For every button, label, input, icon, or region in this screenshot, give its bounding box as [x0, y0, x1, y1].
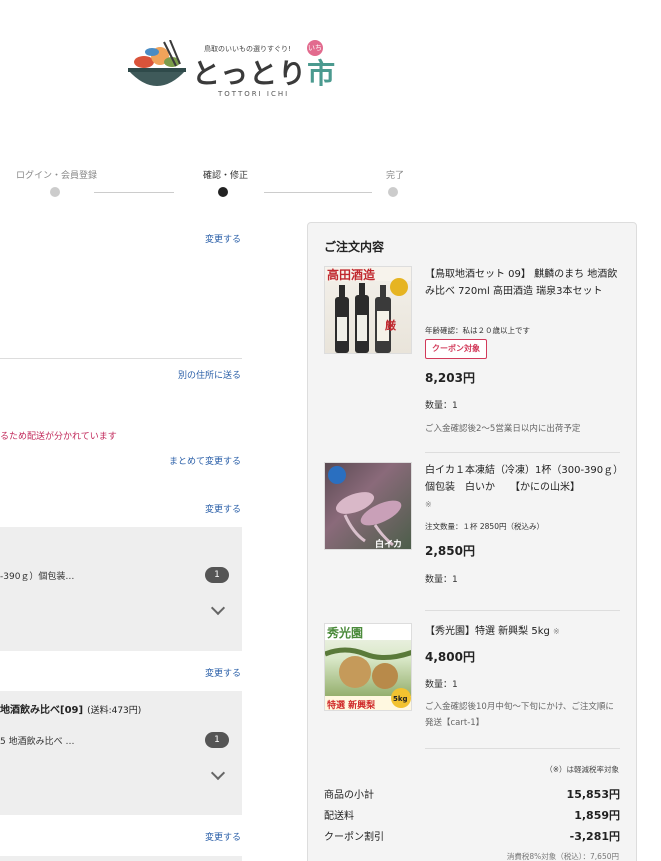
product-name[interactable]: 白イカ１本凍結（冷凍）1杯（300-390ｇ）個包装 白いか 【かにの山米】 ※	[425, 462, 621, 513]
change-link[interactable]: 変更する	[205, 666, 241, 679]
change-link[interactable]: 変更する	[205, 232, 241, 245]
product-price: 2,850円	[425, 544, 475, 558]
chevron-down-icon[interactable]	[210, 765, 226, 781]
product-quantity: 数量：1	[425, 680, 458, 690]
item-divider	[425, 610, 620, 611]
coupon-discount-value: -3,281円	[569, 830, 620, 843]
product-name-text: 【秀光園】特選 新興梨 5kg	[425, 626, 550, 637]
divider	[0, 358, 242, 359]
coupon-discount-row: クーポン割引 -3,281円	[324, 828, 620, 846]
order-quantity-note: 注文数量：１杯 2850円（税込み）	[425, 522, 544, 531]
product-image[interactable]: 秀光園 特選 新興梨 5kg	[324, 623, 412, 711]
change-link[interactable]: 変更する	[205, 830, 241, 843]
product-name-text: 白イカ１本凍結（冷凍）1杯（300-390ｇ）個包装 白いか 【かにの山米】	[425, 465, 619, 493]
step-confirm-label: 確認・修正	[203, 171, 249, 181]
coupon-discount-label: クーポン割引	[324, 832, 384, 843]
step-login-label: ログイン・会員登録	[16, 171, 98, 181]
product-image[interactable]: 白イカ	[324, 462, 412, 550]
shipment-count-badge: 1	[205, 732, 229, 748]
logo-roman: TOTTORI ICHI	[218, 90, 290, 98]
shipment-item-text: -390ｇ）個包装…	[0, 572, 75, 582]
pear-brand-label: 秀光園	[326, 625, 363, 640]
shipment-title: 地酒飲み比べ[09] (送料:473円)	[0, 701, 141, 716]
pear-grade-label: 特選 新興梨	[327, 699, 376, 711]
split-delivery-warning: るため配送が分かれています	[0, 432, 117, 442]
logo-wordmark: とっとり市	[192, 52, 336, 92]
shipping-label: 配送料	[324, 811, 354, 822]
logo-name-ichi: 市	[307, 57, 337, 90]
change-all-link[interactable]: まとめて変更する	[169, 454, 241, 467]
sake-bottles-icon: 高田酒造 厳	[325, 267, 411, 353]
order-summary: ご注文内容 高田酒造 厳 【鳥取地酒セット 09】 麒麟のまち 地酒飲み比べ 7…	[307, 222, 637, 861]
svg-text:厳: 厳	[385, 318, 397, 332]
subtotal-row: 商品の小計 15,853円	[324, 786, 620, 804]
shipment-count-badge: 1	[205, 567, 229, 583]
change-link[interactable]: 変更する	[205, 502, 241, 515]
product-price: 4,800円	[425, 650, 475, 664]
step-login-dot	[50, 187, 60, 197]
shipment-fee: (送料:473円)	[87, 706, 142, 716]
checkout-steps: ログイン・会員登録 確認・修正 完了	[0, 168, 661, 208]
squid-icon: 白イカ	[328, 466, 402, 550]
shipment-item-text: 5 地酒飲み比べ …	[0, 737, 75, 747]
shipping-value: 1,859円	[574, 809, 620, 822]
order-item: 秀光園 特選 新興梨 5kg 【秀光園】特選 新興梨 5kg ※ 4,800円 …	[324, 623, 620, 743]
step-line	[94, 192, 174, 193]
shipment-title-text: 地酒飲み比べ[09]	[0, 705, 84, 716]
subtotal-label: 商品の小計	[324, 790, 374, 801]
squid-label: 白イカ	[375, 538, 402, 550]
logo-badge: いち	[307, 40, 323, 56]
bowl-logo-icon	[128, 40, 186, 86]
item-divider	[425, 452, 620, 453]
step-complete-dot	[388, 187, 398, 197]
step-complete-label: 完了	[386, 171, 405, 181]
step-line	[264, 192, 372, 193]
logo-name-main: とっとり	[192, 57, 308, 90]
shipping-row: 配送料 1,859円	[324, 807, 620, 825]
product-name[interactable]: 【秀光園】特選 新興梨 5kg ※	[425, 623, 621, 640]
shipment-box[interactable]: 地酒飲み比べ[09] (送料:473円) 5 地酒飲み比べ … 1	[0, 691, 242, 815]
shipment-box[interactable]: -390ｇ）個包装… 1	[0, 527, 242, 651]
shipping-schedule: ご入金確認後10月中旬～下旬にかけ、ご注文順に発送【cart-1】	[425, 702, 614, 728]
age-confirmation-note: 年齢確認：私は２０歳以上です	[425, 326, 530, 335]
shipment-box[interactable]	[0, 856, 242, 861]
coupon-badge: クーポン対象	[425, 339, 487, 359]
reduced-tax-mark: ※	[553, 627, 560, 636]
sake-brand-label: 高田酒造	[327, 267, 376, 282]
product-name[interactable]: 【鳥取地酒セット 09】 麒麟のまち 地酒飲み比べ 720ml 高田酒造 瑞泉3…	[425, 266, 621, 300]
send-other-address-link[interactable]: 別の住所に送る	[178, 368, 241, 381]
totals-divider	[425, 748, 620, 749]
tax-detail: 消費税8%対象（税込）：7,650円	[506, 852, 619, 861]
order-summary-title: ご注文内容	[324, 240, 385, 254]
pear-weight-badge: 5kg	[393, 695, 408, 703]
chevron-down-icon[interactable]	[210, 600, 226, 616]
product-image[interactable]: 高田酒造 厳	[324, 266, 412, 354]
pear-icon: 秀光園 特選 新興梨 5kg	[325, 624, 411, 711]
product-quantity: 数量：1	[425, 575, 458, 585]
step-confirm-dot	[218, 187, 228, 197]
site-logo[interactable]: 鳥取のいいもの選りすぐり! とっとり市 いち TOTTORI ICHI	[126, 36, 335, 100]
shipping-schedule: ご入金確認後2～5営業日以内に出荷予定	[425, 424, 581, 434]
product-quantity: 数量：1	[425, 401, 458, 411]
subtotal-value: 15,853円	[566, 788, 620, 801]
order-item: 高田酒造 厳 【鳥取地酒セット 09】 麒麟のまち 地酒飲み比べ 720ml 高…	[324, 266, 620, 436]
reduced-tax-mark: ※	[425, 500, 432, 509]
order-item: 白イカ 白イカ１本凍結（冷凍）1杯（300-390ｇ）個包装 白いか 【かにの山…	[324, 462, 620, 592]
product-price: 8,203円	[425, 371, 475, 385]
reduced-tax-note: （※）は軽減税率対象	[545, 765, 619, 774]
